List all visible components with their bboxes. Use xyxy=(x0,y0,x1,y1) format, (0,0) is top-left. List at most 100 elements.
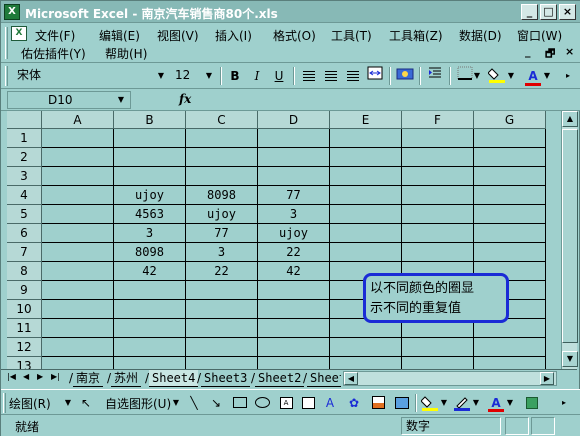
cell[interactable] xyxy=(114,167,186,186)
vertical-scrollbar[interactable]: ▲ ▼ xyxy=(561,111,578,369)
column-header[interactable]: G xyxy=(474,111,546,129)
vertical-scroll-thumb[interactable] xyxy=(562,129,578,343)
fill-color-icon[interactable] xyxy=(420,394,439,412)
cell[interactable]: 42 xyxy=(258,262,330,281)
menubar-grip[interactable] xyxy=(5,27,8,59)
cell[interactable] xyxy=(114,148,186,167)
line-style-icon[interactable] xyxy=(523,394,541,412)
workbook-minimize-button[interactable]: _ xyxy=(525,45,531,58)
row-header[interactable]: 13 xyxy=(7,357,42,369)
cell[interactable] xyxy=(114,357,186,369)
text-box-note[interactable]: 以不同颜色的圈显 示不同的重复值 xyxy=(363,273,509,323)
indent-button[interactable] xyxy=(425,66,445,86)
cell[interactable] xyxy=(330,357,402,369)
cell[interactable] xyxy=(474,338,546,357)
italic-button[interactable]: I xyxy=(247,66,267,86)
rectangle-icon[interactable] xyxy=(231,394,249,412)
font-size-select[interactable]: 12 ▼ xyxy=(171,66,215,85)
cell[interactable]: ujoy xyxy=(114,186,186,205)
chevron-down-icon[interactable]: ▼ xyxy=(59,394,77,412)
cell[interactable] xyxy=(402,167,474,186)
last-sheet-button[interactable]: ▶| xyxy=(51,372,60,381)
cell[interactable] xyxy=(474,129,546,148)
cell[interactable]: ujoy xyxy=(258,224,330,243)
textbox-icon[interactable]: A xyxy=(277,394,295,412)
sheet-tab-sheet2[interactable]: Sheet2 xyxy=(255,370,305,387)
menu-toolbox[interactable]: 工具箱(Z) xyxy=(389,27,443,44)
menu-tools[interactable]: 工具(T) xyxy=(331,27,372,44)
column-header[interactable]: B xyxy=(114,111,186,129)
borders-button[interactable] xyxy=(455,66,475,86)
insert-function-icon[interactable]: fx xyxy=(179,92,191,106)
cell[interactable] xyxy=(258,281,330,300)
workbook-icon[interactable]: X xyxy=(11,26,27,41)
column-header[interactable]: D xyxy=(258,111,330,129)
menu-edit[interactable]: 编辑(E) xyxy=(99,27,140,44)
cell[interactable] xyxy=(330,338,402,357)
scroll-up-button[interactable]: ▲ xyxy=(562,111,578,127)
chevron-down-icon[interactable]: ▼ xyxy=(507,66,515,86)
column-header[interactable]: F xyxy=(402,111,474,129)
cell[interactable] xyxy=(330,224,402,243)
row-header[interactable]: 2 xyxy=(7,148,42,167)
row-header[interactable]: 7 xyxy=(7,243,42,262)
cell[interactable] xyxy=(42,129,114,148)
cell[interactable]: 22 xyxy=(258,243,330,262)
row-header[interactable]: 4 xyxy=(7,186,42,205)
currency-style-button[interactable] xyxy=(395,66,415,86)
clipart-icon[interactable] xyxy=(369,394,387,412)
cell[interactable] xyxy=(42,167,114,186)
excel-icon[interactable]: X xyxy=(4,4,20,20)
cell[interactable] xyxy=(330,186,402,205)
cell[interactable] xyxy=(42,205,114,224)
scroll-down-button[interactable]: ▼ xyxy=(562,351,578,367)
cell[interactable] xyxy=(330,167,402,186)
column-header[interactable]: C xyxy=(186,111,258,129)
cell[interactable]: 42 xyxy=(114,262,186,281)
row-header[interactable]: 5 xyxy=(7,205,42,224)
sheet-tab-nanjing[interactable]: 南京 xyxy=(73,370,104,387)
cell[interactable] xyxy=(402,186,474,205)
line-color-icon[interactable] xyxy=(453,394,471,412)
cell[interactable]: 4563 xyxy=(114,205,186,224)
cell[interactable] xyxy=(474,224,546,243)
cell[interactable] xyxy=(42,262,114,281)
menu-help[interactable]: 帮助(H) xyxy=(105,45,147,62)
arrow-icon[interactable]: ↘ xyxy=(207,394,225,412)
picture-icon[interactable] xyxy=(393,394,411,412)
cell[interactable]: 22 xyxy=(186,262,258,281)
chevron-down-icon[interactable]: ▼ xyxy=(167,394,185,412)
cell[interactable] xyxy=(402,243,474,262)
cell[interactable] xyxy=(186,319,258,338)
toolbar-grip[interactable] xyxy=(5,66,8,86)
font-name-select[interactable]: 宋体 ▼ xyxy=(13,66,167,85)
cell[interactable] xyxy=(474,205,546,224)
row-header[interactable]: 3 xyxy=(7,167,42,186)
cell[interactable] xyxy=(114,129,186,148)
toolbar-options-icon[interactable]: ▸ xyxy=(563,66,573,86)
cell[interactable]: 8098 xyxy=(114,243,186,262)
first-sheet-button[interactable]: |◀ xyxy=(7,372,16,381)
cell[interactable] xyxy=(186,148,258,167)
cell[interactable] xyxy=(330,148,402,167)
row-header[interactable]: 10 xyxy=(7,300,42,319)
chevron-down-icon[interactable]: ▼ xyxy=(543,66,551,86)
menu-window[interactable]: 窗口(W) xyxy=(517,27,562,44)
sheet-tab-sheet3[interactable]: Sheet3 xyxy=(201,370,251,387)
wordart-icon[interactable]: A xyxy=(321,394,339,412)
line-icon[interactable]: ╲ xyxy=(185,394,203,412)
underline-button[interactable]: U xyxy=(269,66,289,86)
cell[interactable] xyxy=(402,338,474,357)
chevron-down-icon[interactable]: ▼ xyxy=(473,66,481,86)
cell[interactable]: 3 xyxy=(114,224,186,243)
merge-center-button[interactable] xyxy=(365,66,385,86)
vertical-textbox-icon[interactable] xyxy=(299,394,317,412)
autoshapes-button[interactable]: 自选图形(U) xyxy=(105,395,171,412)
cell[interactable] xyxy=(42,148,114,167)
cell[interactable] xyxy=(186,300,258,319)
cell[interactable] xyxy=(402,224,474,243)
cell[interactable] xyxy=(114,319,186,338)
toolbar-grip[interactable] xyxy=(3,393,6,413)
align-right-button[interactable] xyxy=(343,66,363,86)
prev-sheet-button[interactable]: ◀ xyxy=(23,372,29,381)
